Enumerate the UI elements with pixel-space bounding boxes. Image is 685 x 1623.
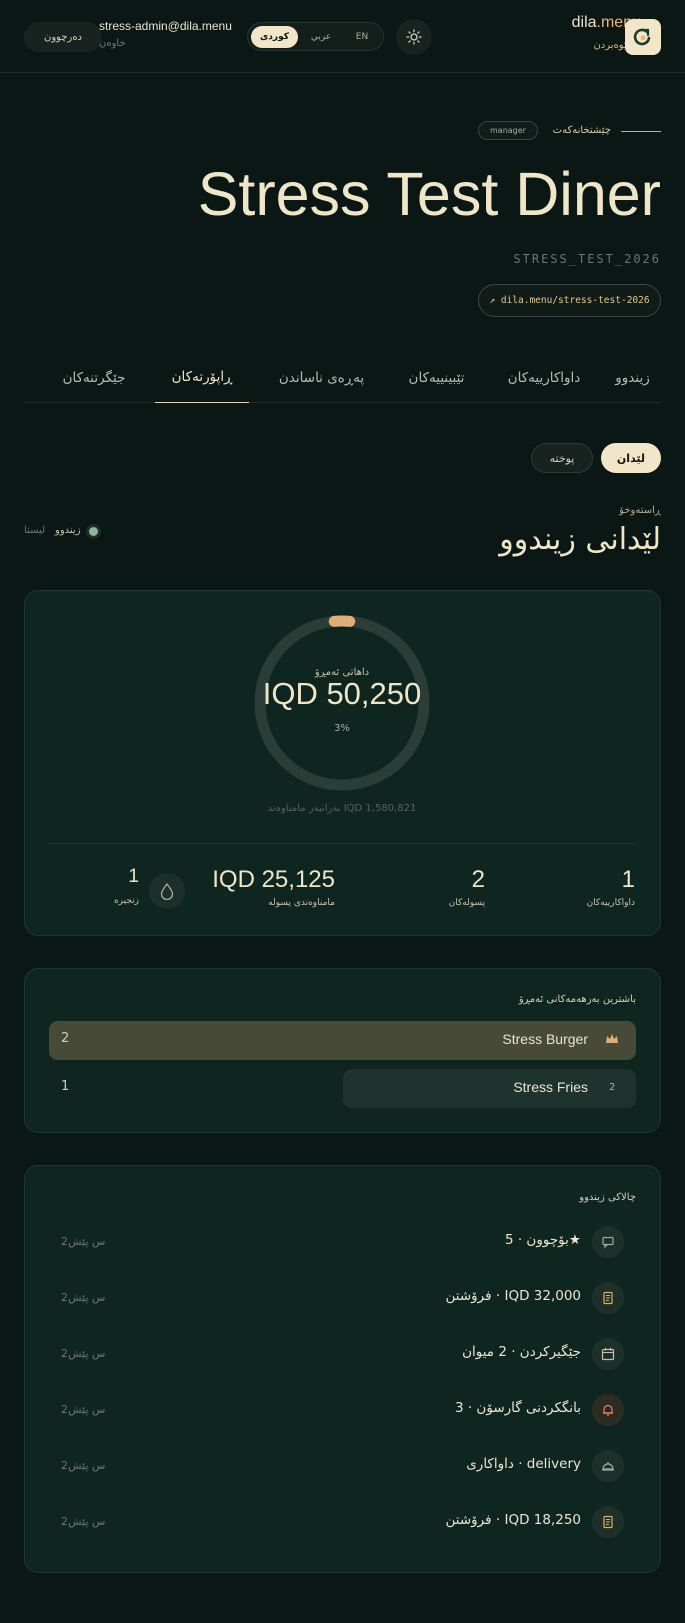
view-summary-button[interactable]: پوختە [531,443,593,473]
activity-time: 2س پێش [61,1515,106,1528]
restaurant-name: Stress Test Diner [197,160,661,228]
eyebrow-divider [621,131,661,132]
drop-icon [149,873,185,909]
live-mode-option[interactable]: زیندوو [55,525,81,536]
sun-icon [406,29,422,45]
role-chip: manager [478,121,538,140]
activity-title: چالاکی زیندوو [579,1192,636,1203]
crown-icon [606,1034,618,1043]
restaurant-slug: STRESS_TEST_2026 [513,252,661,266]
public-url-button[interactable]: ↗ dila.menu/stress-test-2026 [478,284,661,317]
activity-time: 2س پێش [61,1459,106,1472]
activity-text: فرۆشتن · IQD 32,000 [445,1288,582,1304]
main-tabs: زیندوو داواکارییەکان تێبینییەکان پەڕەی ن… [24,352,661,403]
language-option-arabic[interactable]: عربي [300,26,342,48]
language-switcher: کوردی عربي EN [247,22,384,51]
language-option-kurdish[interactable]: کوردی [251,26,298,48]
top-item-name: Stress Fries [513,1079,588,1095]
receipt-icon [592,1506,624,1538]
hero-eyebrow: چێشتخانەکەت [552,125,611,136]
stat-avg-receipt-value: IQD 25,125 [212,866,335,893]
bell-icon [592,1394,624,1426]
theme-toggle-button[interactable] [396,19,432,55]
tab-profile[interactable]: پەڕەی ناساندن [264,352,379,403]
stat-receipts-value: 2 [471,866,485,893]
calendar-icon [592,1338,624,1370]
tab-live[interactable]: زیندوو [604,352,661,403]
chat-icon [592,1226,624,1258]
revenue-target: بەرانبەر مامناوەند IQD 1,580,821 [267,803,417,814]
activity-time: 2س پێش [61,1347,106,1360]
user-email: stress-admin@dila.menu [99,19,232,33]
activity-text: بانگکردنی گارسۆن · 3 [454,1400,581,1416]
top-item-count: 1 [61,1079,70,1094]
tab-reservations[interactable]: جێگرتنەکان [54,352,134,403]
stat-orders-label: داواکارییەکان [586,898,635,908]
top-item-rank: 2 [609,1082,616,1093]
stat-orders-value: 1 [621,866,635,893]
tab-notes[interactable]: تێبینییەکان [389,352,484,403]
top-items-title: باشترین بەرهەمەکانی ئەمڕۆ [518,994,636,1005]
stat-avg-receipt-label: مامناوەندی پسولە [268,898,335,908]
top-item-bar [343,1069,636,1108]
logout-button[interactable]: دەرچوون [24,22,102,52]
language-option-english[interactable]: EN [344,26,380,48]
tab-orders[interactable]: داواکارییەکان [494,352,594,403]
section-title: لێدانی زیندوو [499,522,661,557]
brand-logo [625,19,661,55]
user-role: خاوەن [99,38,126,49]
top-item-count: 2 [61,1031,70,1046]
activity-text: فرۆشتن · IQD 18,250 [445,1512,582,1528]
stat-streak-label: زنجیرە [113,896,139,906]
logo-icon [633,28,651,46]
stat-receipts-label: پسولەکان [448,898,485,908]
live-indicator-dot [89,527,98,536]
card-divider [48,843,637,844]
section-eyebrow: ڕاستەوخۆ [619,505,661,516]
activity-text: بۆچوون · 5★ [504,1232,581,1248]
activity-text: داواکاری · delivery [466,1456,581,1472]
activity-time: 2س پێش [61,1235,106,1248]
revenue-value: IQD 50,250 [262,676,422,711]
list-mode-option[interactable]: لیستا [24,525,45,536]
activity-text: جێگیرکردن · 2 میوان [462,1344,581,1360]
view-live-button[interactable]: لێدان [601,443,661,473]
activity-time: 2س پێش [61,1291,106,1304]
cloche-icon [592,1450,624,1482]
revenue-percent: 3% [334,723,350,734]
tab-reports[interactable]: ڕاپۆرتەکان [155,352,249,403]
stat-streak-value: 1 [128,866,139,887]
activity-time: 2س پێش [61,1403,106,1416]
top-item-name: Stress Burger [502,1031,588,1047]
receipt-icon [592,1282,624,1314]
